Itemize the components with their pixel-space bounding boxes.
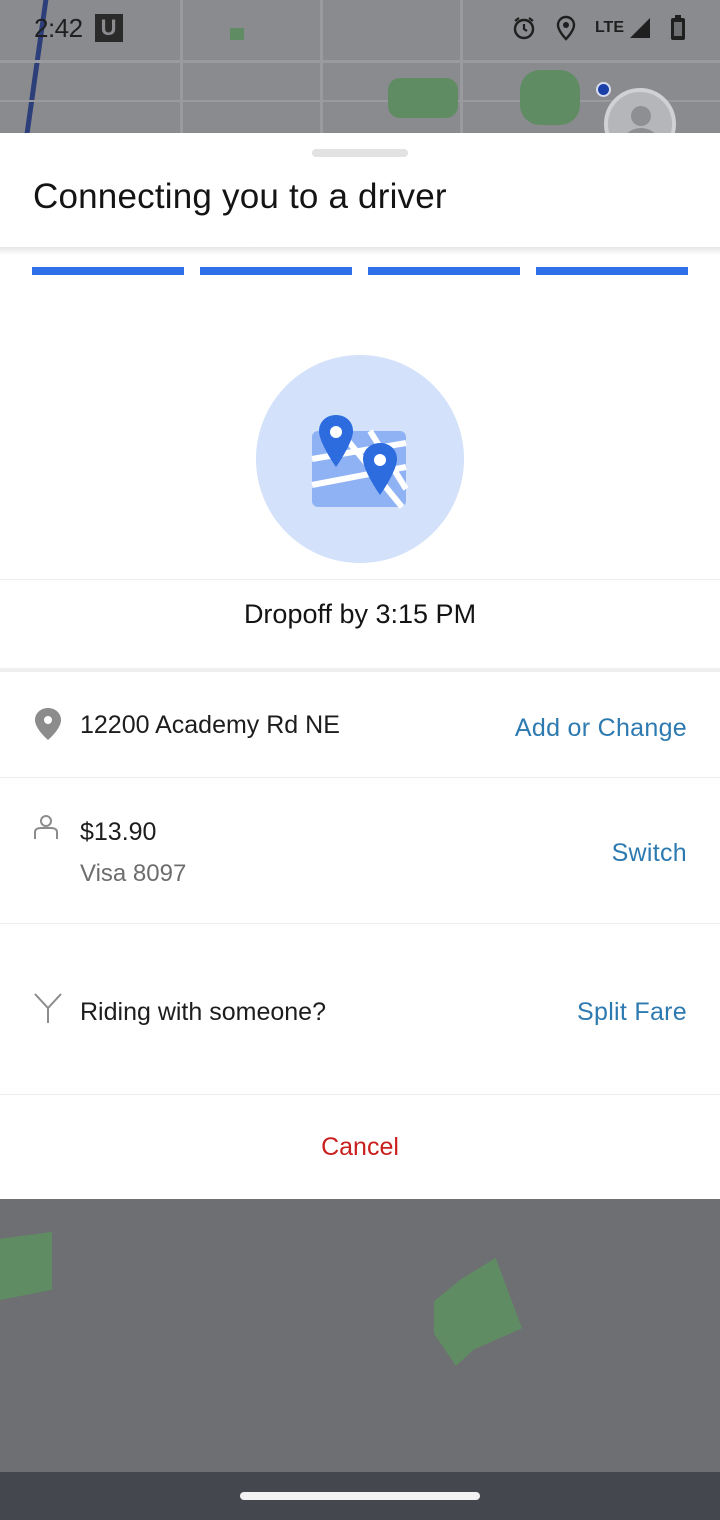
status-icons: LTE — [511, 15, 686, 41]
progress-segment — [536, 267, 688, 275]
trip-sheet: Connecting you to a driver Dropoff by 3:… — [0, 133, 720, 1199]
title-divider — [0, 247, 720, 255]
map-pins-icon — [311, 415, 409, 509]
home-gesture-pill[interactable] — [240, 1492, 480, 1500]
battery-icon — [671, 15, 685, 40]
alarm-icon — [513, 17, 535, 40]
progress-segment — [200, 267, 352, 275]
current-location-dot — [596, 82, 611, 97]
network-type: LTE — [594, 19, 624, 36]
fare-amount: $13.90 — [80, 818, 157, 846]
map-park — [0, 1232, 52, 1300]
search-progress — [32, 267, 688, 275]
dropoff-eta: Dropoff by 3:15 PM — [243, 599, 477, 629]
destination-pin-icon — [35, 708, 61, 740]
map-park — [434, 1258, 522, 1366]
status-bar: 2:42 U LTE — [0, 0, 720, 56]
drag-handle[interactable] — [312, 149, 408, 157]
split-fare-row[interactable]: Riding with someone? Split Fare — [0, 924, 720, 1094]
map-illustration — [256, 355, 464, 563]
status-time: 2:42 — [34, 12, 83, 43]
map-park — [388, 78, 458, 118]
signal-icon — [630, 18, 650, 38]
avatar-head-icon — [631, 106, 651, 126]
divider — [0, 668, 720, 672]
split-fare-button[interactable]: Split Fare — [577, 998, 687, 1027]
map-road — [0, 60, 720, 63]
divider — [0, 1094, 720, 1095]
divider — [0, 579, 720, 580]
progress-segment — [368, 267, 520, 275]
destination-row[interactable]: 12200 Academy Rd NE Add or Change — [0, 673, 720, 777]
switch-payment-button[interactable]: Switch — [612, 839, 687, 868]
sheet-title: Connecting you to a driver — [33, 177, 447, 216]
payment-method: Visa 8097 — [80, 860, 187, 887]
progress-segment — [32, 267, 184, 275]
riding-with-someone-label: Riding with someone? — [80, 998, 326, 1026]
app-badge-icon: U — [94, 14, 123, 42]
cancel-button[interactable]: Cancel — [0, 1133, 720, 1162]
map-park — [520, 70, 580, 125]
navigation-bar — [0, 1472, 720, 1520]
location-icon — [556, 15, 576, 41]
destination-address: 12200 Academy Rd NE — [80, 711, 340, 739]
split-icon — [34, 993, 62, 1023]
add-or-change-button[interactable]: Add or Change — [515, 714, 687, 743]
payment-row[interactable]: $13.90 Visa 8097 Switch — [0, 778, 720, 923]
person-icon — [34, 815, 58, 839]
